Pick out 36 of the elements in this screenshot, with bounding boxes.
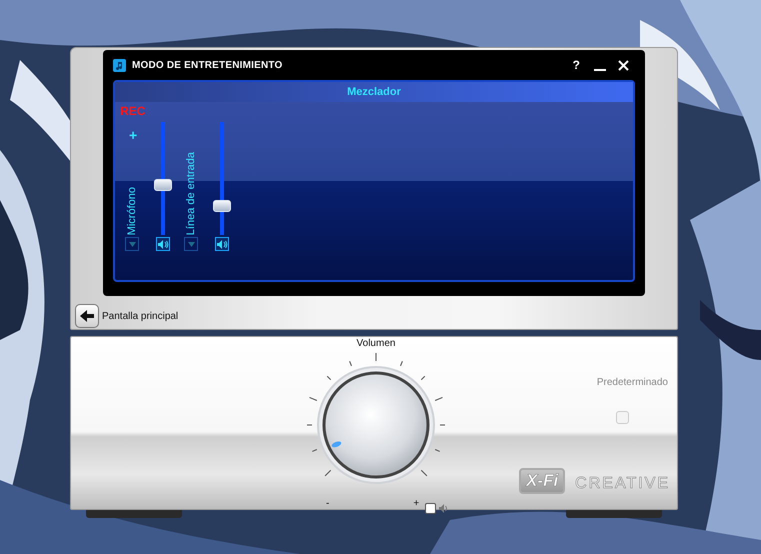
lock-checkbox[interactable]	[425, 502, 436, 514]
slider-thumb[interactable]	[213, 200, 231, 212]
xfi-logo: X-Fi	[519, 468, 566, 494]
close-button[interactable]	[618, 60, 629, 70]
mixer-title: Mezclador	[115, 82, 633, 102]
speaker-icon	[216, 240, 228, 248]
window-title: MODO DE ENTRETENIMIENTO	[132, 60, 284, 70]
rec-label: REC	[120, 104, 146, 120]
help-button[interactable]: ?	[572, 58, 580, 72]
volume-knob[interactable]	[317, 366, 435, 484]
brand-logo: CREATIVE	[575, 475, 670, 493]
channel-label: Micrófono	[126, 186, 138, 235]
volume-label: Volumen	[356, 338, 396, 349]
default-label: Predeterminado	[596, 377, 668, 388]
default-checkbox[interactable]	[616, 411, 629, 424]
volume-slider[interactable]	[153, 122, 173, 235]
dropdown-button[interactable]	[184, 237, 198, 251]
minimize-icon	[594, 68, 606, 70]
speaker-icon	[439, 504, 450, 512]
min-label: -	[326, 498, 330, 508]
max-label: +	[413, 498, 420, 508]
channel-label: Línea de entrada	[185, 152, 197, 235]
volume-slider[interactable]	[212, 122, 232, 235]
mute-button[interactable]	[156, 237, 170, 251]
back-arrow-icon	[80, 310, 94, 322]
back-button[interactable]	[75, 304, 99, 328]
caret-icon	[128, 242, 136, 246]
dropdown-button[interactable]	[125, 237, 139, 251]
close-icon	[618, 60, 629, 70]
music-note-icon	[113, 58, 126, 72]
back-label: Pantalla principal	[102, 310, 178, 322]
slider-thumb[interactable]	[154, 178, 172, 191]
speaker-icon	[158, 240, 168, 248]
caret-icon	[188, 242, 194, 246]
gain-label: +	[129, 128, 138, 142]
mute-button[interactable]	[215, 237, 229, 251]
